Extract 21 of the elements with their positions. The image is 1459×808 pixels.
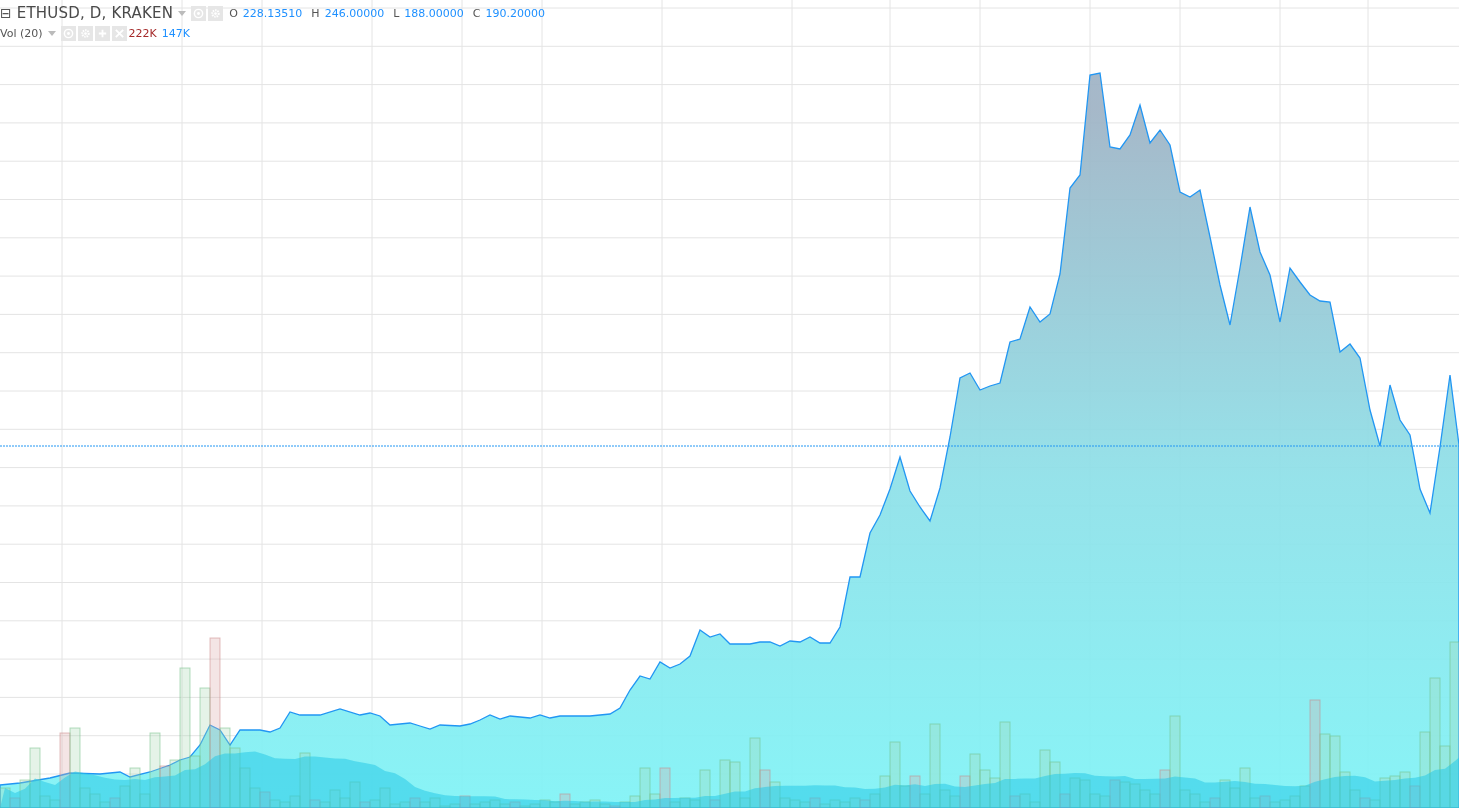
eye-icon[interactable] (60, 26, 76, 41)
symbol-title[interactable]: ETHUSD, D, KRAKEN (16, 4, 174, 22)
volume-value: 147K (161, 27, 190, 40)
collapse-icon[interactable]: ⊟ (0, 6, 12, 20)
close-icon[interactable] (111, 26, 127, 41)
add-icon[interactable] (94, 26, 110, 41)
ohlc-value: 190.20000 (485, 6, 545, 20)
volume-title[interactable]: Vol (20) (0, 27, 43, 40)
caret-icon[interactable] (178, 10, 187, 16)
volume-value: 222K (128, 27, 157, 40)
settings-icon[interactable] (77, 26, 93, 41)
ohlc-label: C (472, 6, 481, 20)
ohlc-value: 246.00000 (324, 6, 385, 20)
ohlc-value: 188.00000 (404, 6, 464, 20)
ohlc-value: 228.13510 (242, 6, 303, 20)
eye-icon[interactable] (191, 5, 207, 21)
ohlc-label: H (311, 6, 320, 20)
settings-icon[interactable] (208, 5, 224, 21)
ohlc-label: O (229, 6, 238, 20)
ohlc-label: L (393, 6, 400, 20)
caret-icon[interactable] (47, 31, 56, 36)
